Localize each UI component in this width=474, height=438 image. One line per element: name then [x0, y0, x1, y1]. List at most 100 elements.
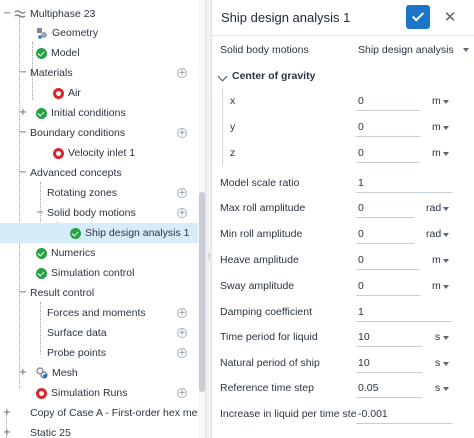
add-probe-points-plus-icon[interactable]: +	[177, 348, 187, 358]
tree-item-label: Probe points	[47, 347, 106, 359]
chevron-down-icon[interactable]	[217, 71, 228, 82]
tree-item-copy-case[interactable]: + Copy of Case A - First-order hex mes..…	[0, 403, 205, 423]
field-label: Time period for liquid	[220, 331, 318, 343]
increase-liquid-input[interactable]: -0.001	[356, 404, 452, 424]
tree-item-mesh[interactable]: + Mesh	[0, 363, 198, 383]
max-roll-amplitude-input[interactable]: 0	[356, 198, 414, 218]
sway-unit-select[interactable]: m	[432, 276, 441, 296]
cog-y-unit-select[interactable]: m	[432, 117, 441, 137]
chevron-down-icon[interactable]	[443, 152, 449, 156]
add-forces-plus-icon[interactable]: +	[177, 308, 187, 318]
add-rotating-zone-plus-icon[interactable]: +	[177, 188, 187, 198]
cog-z-input[interactable]: 0	[356, 143, 420, 163]
tree-item-simulation-runs[interactable]: Simulation Runs	[0, 383, 198, 403]
close-button[interactable]: ✕	[438, 5, 462, 29]
tree-item-label: Simulation control	[51, 267, 135, 279]
expand-toggle-icon[interactable]: +	[2, 408, 12, 418]
natural-period-ship-input[interactable]: 10	[356, 353, 422, 373]
chevron-down-icon[interactable]	[443, 259, 449, 263]
cog-x-unit-select[interactable]: m	[432, 91, 441, 111]
tree-item-ship-design-analysis[interactable]: Ship design analysis 1	[0, 223, 198, 243]
tree-item-surface-data[interactable]: Surface data	[0, 323, 198, 343]
tree-item-solid-body-motions[interactable]: − Solid body motions	[0, 203, 198, 223]
tree-item-velocity-inlet[interactable]: Velocity inlet 1	[0, 143, 198, 163]
damping-coefficient-input[interactable]: 1	[356, 302, 452, 322]
cog-y-input[interactable]: 0	[356, 117, 420, 137]
field-label: Sway amplitude	[220, 280, 295, 292]
tree-item-boundary-conditions[interactable]: − Boundary conditions	[0, 123, 198, 143]
tree-item-probe-points[interactable]: Probe points	[0, 343, 198, 363]
chevron-down-icon[interactable]	[443, 285, 449, 289]
min-roll-unit-select[interactable]: rad	[426, 224, 441, 244]
collapse-toggle-icon[interactable]: −	[18, 68, 28, 78]
chevron-down-icon[interactable]	[443, 233, 449, 237]
add-solid-body-motion-plus-icon[interactable]: +	[177, 208, 187, 218]
cog-z-unit-select[interactable]: m	[432, 143, 441, 163]
add-surface-data-plus-icon[interactable]: +	[177, 328, 187, 338]
section-title: Center of gravity	[232, 70, 316, 82]
tree-item-result-control[interactable]: − Result control	[0, 283, 198, 303]
model-scale-ratio-input[interactable]: 1	[356, 173, 452, 193]
solid-body-motions-row: Solid body motions Ship design analysis	[212, 37, 474, 63]
simulation-tree: − Multiphase 23 Geometry Model − Materia…	[0, 0, 206, 438]
tree-item-simulation-control[interactable]: Simulation control	[0, 263, 198, 283]
expand-toggle-icon[interactable]: +	[18, 368, 28, 378]
time-period-liquid-input[interactable]: 10	[356, 327, 422, 347]
expand-toggle-icon[interactable]: +	[18, 108, 28, 118]
chevron-down-icon[interactable]	[443, 100, 449, 104]
center-of-gravity-section-header[interactable]: Center of gravity	[212, 63, 474, 89]
min-roll-amplitude-row: Min roll amplitude 0 rad	[212, 221, 474, 247]
tree-item-air[interactable]: Air	[0, 83, 198, 103]
heave-unit-select[interactable]: m	[432, 250, 441, 270]
chevron-down-icon[interactable]	[443, 387, 449, 391]
tree-item-root[interactable]: − Multiphase 23	[0, 4, 198, 24]
chevron-down-icon[interactable]	[443, 126, 449, 130]
cog-y-row: y 0 m	[212, 114, 474, 140]
add-simulation-run-plus-icon[interactable]: +	[177, 388, 187, 398]
sway-amplitude-input[interactable]: 0	[356, 276, 420, 296]
min-roll-amplitude-input[interactable]: 0	[356, 224, 414, 244]
close-icon: ✕	[443, 8, 457, 26]
max-roll-amplitude-row: Max roll amplitude 0 rad	[212, 195, 474, 221]
tree-item-model[interactable]: Model	[0, 43, 198, 63]
tree-item-forces-moments[interactable]: Forces and moments	[0, 303, 198, 323]
add-material-plus-icon[interactable]: +	[177, 68, 187, 78]
multiphase-icon	[14, 8, 26, 20]
time-period-liquid-unit-select[interactable]: s	[435, 327, 440, 347]
reference-time-step-unit-select[interactable]: s	[435, 378, 440, 398]
tree-scrollbar-thumb[interactable]	[199, 192, 205, 392]
collapse-toggle-icon[interactable]: −	[2, 9, 12, 19]
collapse-toggle-icon[interactable]: −	[18, 288, 28, 298]
tree-item-initial-conditions[interactable]: + Initial conditions	[0, 103, 198, 123]
tree-item-label: Model	[51, 47, 80, 59]
chevron-down-icon[interactable]	[443, 336, 449, 340]
heave-amplitude-row: Heave amplitude 0 m	[212, 247, 474, 273]
add-boundary-plus-icon[interactable]: +	[177, 128, 187, 138]
collapse-toggle-icon[interactable]: −	[35, 208, 45, 218]
reference-time-step-input[interactable]: 0.05	[356, 378, 422, 398]
collapse-toggle-icon[interactable]: −	[18, 168, 28, 178]
confirm-button[interactable]	[406, 5, 430, 29]
solid-body-motions-select[interactable]: Ship design analysis	[356, 40, 460, 60]
tree-item-label: Rotating zones	[47, 187, 118, 199]
tree-item-materials[interactable]: − Materials	[0, 63, 198, 83]
cog-x-input[interactable]: 0	[356, 91, 420, 111]
tree-item-geometry[interactable]: Geometry	[0, 23, 198, 43]
tree-item-advanced-concepts[interactable]: − Advanced concepts	[0, 163, 198, 183]
check-icon	[411, 9, 425, 22]
collapse-toggle-icon[interactable]: −	[18, 128, 28, 138]
chevron-down-icon[interactable]	[443, 207, 449, 211]
tree-item-label: Result control	[30, 287, 95, 299]
tree-item-rotating-zones[interactable]: Rotating zones	[0, 183, 198, 203]
chevron-down-icon[interactable]	[463, 48, 469, 52]
field-label: Damping coefficient	[220, 306, 313, 318]
natural-period-ship-unit-select[interactable]: s	[435, 353, 440, 373]
expand-toggle-icon[interactable]: +	[2, 428, 12, 438]
tree-item-static[interactable]: + Static 25	[0, 423, 198, 438]
field-label: Solid body motions	[220, 44, 309, 56]
tree-item-numerics[interactable]: Numerics	[0, 243, 198, 263]
max-roll-unit-select[interactable]: rad	[426, 198, 441, 218]
tree-item-label: Solid body motions	[47, 207, 136, 219]
heave-amplitude-input[interactable]: 0	[356, 250, 420, 270]
chevron-down-icon[interactable]	[443, 362, 449, 366]
